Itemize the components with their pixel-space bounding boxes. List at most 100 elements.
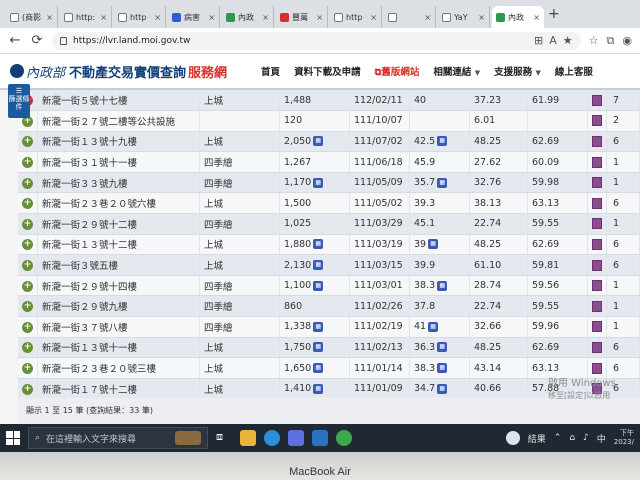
detail-cell[interactable]	[587, 254, 607, 276]
profile-icon[interactable]: ◉	[622, 34, 632, 47]
nav-old-site[interactable]: ⧉舊版網站	[375, 64, 420, 78]
expand-cell[interactable]: +	[18, 151, 38, 173]
parking-note-icon[interactable]: ▦	[437, 383, 448, 394]
favorite-star-icon[interactable]: ★	[563, 34, 573, 47]
tab-close-icon[interactable]: ×	[424, 13, 431, 22]
book-icon[interactable]	[592, 280, 602, 292]
reload-icon[interactable]: ⟳	[30, 33, 44, 48]
volume-icon[interactable]: ♪	[583, 433, 589, 443]
browser-tab[interactable]: 豐萬 ×	[276, 6, 328, 28]
browser-tab[interactable]: (商影 ×	[6, 6, 58, 28]
expand-row-icon[interactable]: +	[22, 157, 33, 169]
book-icon[interactable]	[592, 238, 602, 250]
parking-note-icon[interactable]: ▦	[437, 342, 448, 353]
address-cell[interactable]: 新瀧一街２９號十二樓	[37, 213, 200, 235]
parking-note-icon[interactable]: ▦	[313, 383, 324, 394]
parking-note-icon[interactable]: ▦	[437, 363, 448, 374]
expand-row-icon[interactable]: +	[22, 383, 33, 395]
table-row[interactable]: + 新瀧一街２３巷２０號六樓 上城 1,500 111/05/02 39.3 38.13 63…	[18, 192, 640, 215]
url-field[interactable]: https://lvr.land.moi.gov.tw ⊞ A ★	[52, 31, 581, 50]
parking-note-icon[interactable]: ▦	[313, 321, 324, 332]
table-row[interactable]: + 新瀧一街３３號九樓 四季繪 1,170 ▦ 111/05/09 35.7 ▦ 32.76 59…	[18, 172, 640, 194]
detail-cell[interactable]	[587, 192, 607, 215]
expand-row-icon[interactable]: +	[22, 239, 33, 251]
parking-note-icon[interactable]: ▦	[313, 342, 324, 353]
detail-cell[interactable]	[587, 275, 607, 297]
parking-note-icon[interactable]: ▦	[313, 239, 324, 250]
expand-row-icon[interactable]: +	[22, 321, 33, 333]
address-cell[interactable]: 新瀧一街１３號十九樓	[37, 131, 200, 153]
browser-tab[interactable]: ×	[384, 6, 436, 28]
detail-cell[interactable]	[587, 172, 607, 194]
network-icon[interactable]: ⌂	[569, 433, 575, 443]
expand-cell[interactable]: +	[18, 357, 38, 379]
site-logo[interactable]: 內政部 不動產交易實價查詢 服務網	[10, 62, 227, 81]
read-aloud-icon[interactable]: A	[549, 34, 557, 47]
parking-note-icon[interactable]: ▦	[313, 136, 324, 147]
detail-cell[interactable]	[587, 357, 607, 379]
expand-cell[interactable]: +	[18, 295, 38, 318]
tab-close-icon[interactable]: ×	[154, 13, 161, 22]
detail-cell[interactable]	[587, 213, 607, 235]
address-cell[interactable]: 新瀧一街１３號十一樓	[37, 337, 200, 359]
detail-cell[interactable]	[587, 316, 607, 338]
address-cell[interactable]: 新瀧一街３１號十一樓	[37, 151, 200, 173]
line-icon[interactable]	[336, 430, 352, 446]
stock-icon[interactable]	[505, 431, 520, 445]
detail-cell[interactable]	[587, 90, 607, 112]
expand-row-icon[interactable]: +	[22, 198, 33, 210]
expand-row-icon[interactable]: +	[22, 260, 33, 272]
nav-home[interactable]: 首頁	[261, 64, 280, 78]
nav-download[interactable]: 資料下載及申請	[294, 64, 361, 78]
nav-online[interactable]: 線上客服	[555, 64, 593, 78]
book-icon[interactable]	[592, 300, 602, 312]
address-cell[interactable]: 新瀧一街３號五樓	[37, 254, 200, 276]
browser-tab[interactable]: 病害 ×	[168, 6, 220, 28]
expand-cell[interactable]: +	[18, 131, 38, 153]
parking-note-icon[interactable]: ▦	[437, 280, 448, 291]
tab-close-icon[interactable]: ×	[262, 13, 269, 22]
parking-note-icon[interactable]: ▦	[313, 177, 324, 188]
collections-icon[interactable]: ⧉	[607, 34, 615, 48]
detail-cell[interactable]	[587, 337, 607, 359]
book-icon[interactable]	[592, 362, 602, 374]
detail-cell[interactable]	[587, 295, 607, 318]
expand-cell[interactable]: +	[18, 213, 38, 235]
table-row[interactable]: + 新瀧一街３１號十一樓 四季繪 1,267 111/06/18 45.9 27.62 60.…	[18, 151, 640, 173]
detail-cell[interactable]	[587, 234, 607, 256]
expand-cell[interactable]: +	[18, 234, 38, 256]
expand-row-icon[interactable]: +	[22, 301, 33, 313]
table-row[interactable]: + 新瀧一街２３巷２０號三樓 上城 1,650 ▦ 111/01/14 38.3 ▦ 43.14…	[18, 357, 640, 379]
book-icon[interactable]	[592, 197, 602, 209]
browser-tab[interactable]: 內政 ×	[492, 6, 544, 28]
parking-note-icon[interactable]: ▦	[313, 260, 324, 271]
expand-row-icon[interactable]: +	[22, 342, 33, 354]
expand-row-icon[interactable]: +	[22, 280, 33, 292]
expand-cell[interactable]: +	[18, 275, 38, 297]
table-row[interactable]: + 新瀧一街３７號八樓 四季繪 1,338 ▦ 111/02/19 41 ▦ 32.66 59.9…	[18, 316, 640, 338]
table-row[interactable]: + 新瀧一街３號五樓 上城 2,130 ▦ 111/03/15 39.9 61.10 59.81…	[18, 254, 640, 276]
parking-note-icon[interactable]: ▦	[437, 136, 448, 147]
expand-cell[interactable]: +	[18, 337, 38, 359]
book-icon[interactable]	[592, 259, 602, 271]
book-icon[interactable]	[592, 94, 602, 106]
expand-row-icon[interactable]: +	[22, 363, 33, 375]
detail-cell[interactable]	[587, 151, 607, 173]
address-cell[interactable]: 新瀧一街２９號十四樓	[37, 275, 200, 297]
parking-note-icon[interactable]: ▦	[313, 363, 324, 374]
address-cell[interactable]: 新瀧一街２７號二樓等公共設施	[37, 110, 200, 132]
browser-tab[interactable]: 內政 ×	[222, 6, 274, 28]
nav-support[interactable]: 支援服務 ▼	[494, 64, 541, 78]
book-icon[interactable]	[592, 135, 602, 147]
parking-note-icon[interactable]: ▦	[428, 321, 439, 332]
table-row[interactable]: + 新瀧一街１３號十九樓 上城 2,050 ▦ 111/07/02 42.5 ▦ 48.25 62…	[18, 131, 640, 153]
address-cell[interactable]: 新瀧一街３３號九樓	[37, 172, 200, 194]
book-icon[interactable]	[592, 156, 602, 168]
nav-links[interactable]: 相關連結 ▼	[433, 64, 480, 78]
tray-chevron-icon[interactable]: ⌃	[554, 433, 562, 443]
favorites-icon[interactable]: ☆	[589, 34, 599, 47]
expand-cell[interactable]: +	[18, 192, 38, 215]
taskbar-search[interactable]: ⌕ 在這裡輸入文字來搜尋	[28, 427, 208, 449]
book-icon[interactable]	[592, 341, 602, 353]
zoom-icon[interactable]: ⊞	[534, 34, 543, 47]
